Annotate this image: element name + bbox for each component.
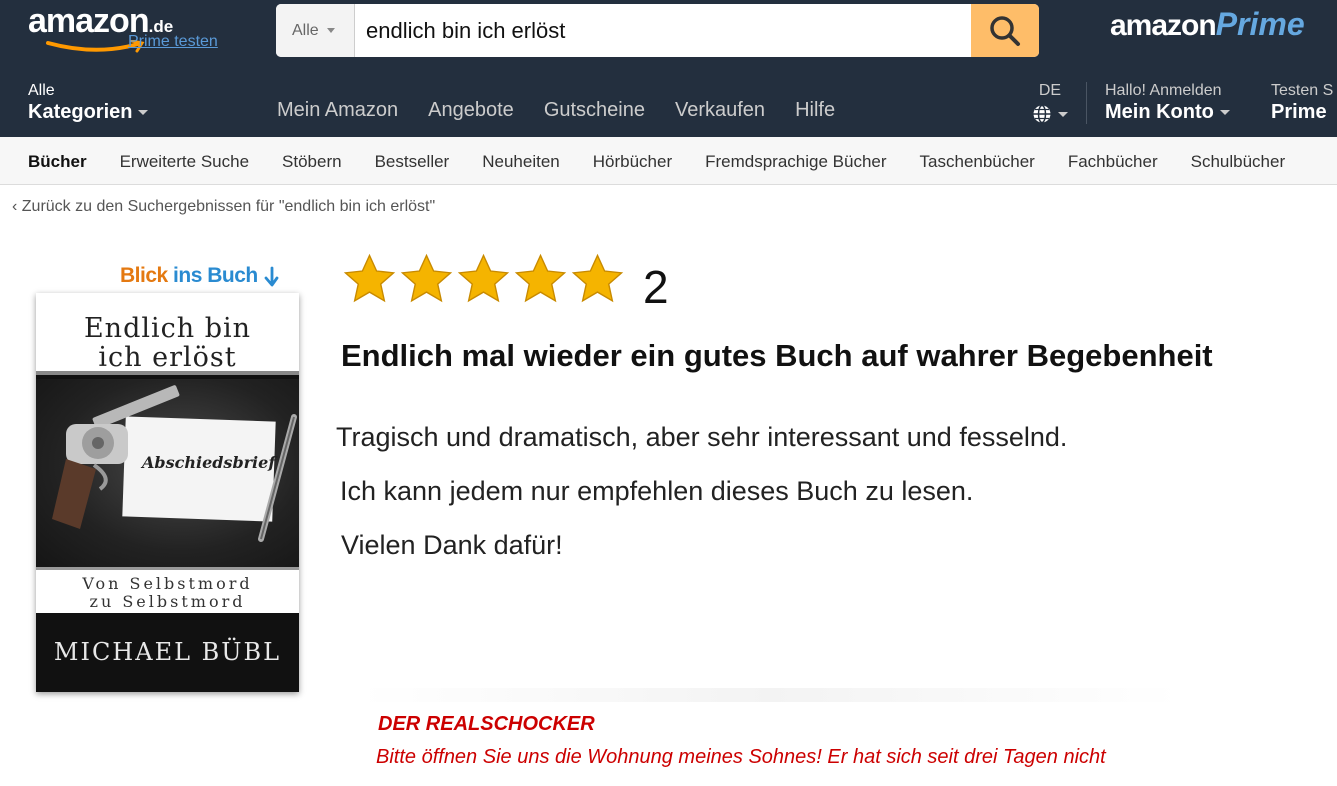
chevron-down-icon — [1058, 111, 1068, 117]
cover-title-line1: Endlich bin — [83, 313, 252, 344]
nav-link-gutscheine[interactable]: Gutscheine — [544, 99, 645, 122]
nav-link-mein-amazon[interactable]: Mein Amazon — [277, 99, 398, 122]
globe-icon — [1033, 104, 1051, 124]
subnav-item-hoerbuecher[interactable]: Hörbücher — [593, 152, 672, 172]
chevron-left-icon: ‹ — [12, 198, 22, 215]
revolver-letter-illustration — [52, 385, 297, 542]
chevron-down-icon — [138, 110, 149, 116]
star-icon — [457, 253, 510, 303]
star-icon — [571, 253, 624, 303]
review-line-1: Tragisch und dramatisch, aber sehr inter… — [336, 422, 1068, 452]
rating-count: 2 — [643, 261, 669, 313]
cover-note-label: Abschiedsbrief — [142, 453, 276, 472]
back-link-label: Zurück zu den Suchergebnissen für "endli… — [21, 198, 436, 215]
category-subnav: Bücher Erweiterte Suche Stöbern Bestsell… — [0, 137, 1337, 185]
account-greeting: Hallo! Anmelden — [1105, 82, 1222, 99]
try-prime-big: Prime — [1271, 101, 1327, 123]
nav-link-angebote[interactable]: Angebote — [428, 99, 514, 122]
arrow-down-icon — [264, 266, 279, 287]
section-divider — [360, 688, 1180, 702]
back-to-results-link[interactable]: ‹ Zurück zu den Suchergebnissen für "end… — [12, 198, 435, 216]
language-selector[interactable]: DE — [1032, 82, 1068, 129]
subnav-item-schulbuecher[interactable]: Schulbücher — [1191, 152, 1286, 172]
cover-subtitle-line2: zu Selbstmord — [89, 592, 246, 611]
cover-author: MICHAEL BÜBL — [53, 638, 282, 666]
look-inside-part2: ins Buch — [173, 264, 258, 287]
try-prime-small: Testen S — [1271, 82, 1334, 99]
account-label: Mein Konto — [1105, 101, 1230, 124]
book-cover[interactable]: Endlich bin ich erlöst Abschiedsbrief Vo… — [36, 293, 299, 692]
look-inside-part1: Blick — [120, 264, 174, 287]
all-categories-big: Kategorien — [28, 101, 149, 124]
all-categories-menu[interactable]: Alle Kategorien — [28, 82, 149, 124]
search-input[interactable] — [356, 4, 970, 57]
look-inside-badge[interactable]: Blick ins Buch — [120, 264, 279, 288]
subnav-item-neuheiten[interactable]: Neuheiten — [482, 152, 560, 172]
subnav-item-erweiterte-suche[interactable]: Erweiterte Suche — [120, 152, 249, 172]
account-menu[interactable]: Hallo! Anmelden Mein Konto — [1105, 82, 1230, 124]
nav-divider — [1086, 82, 1087, 124]
subnav-item-taschenbuecher[interactable]: Taschenbücher — [920, 152, 1035, 172]
cover-subtitle: Von Selbstmord zu Selbstmord — [36, 567, 299, 613]
star-icon — [514, 253, 567, 303]
language-code: DE — [1038, 82, 1062, 99]
search-icon — [990, 15, 1020, 46]
prime-logo-amazon: amazon — [1110, 9, 1217, 42]
review-title: Endlich mal wieder ein gutes Buch auf wa… — [341, 338, 1213, 373]
main-nav: Alle Kategorien Mein Amazon Angebote Gut… — [0, 80, 1337, 137]
nav-link-verkaufen[interactable]: Verkaufen — [675, 99, 765, 122]
top-header: amazon.de Prime testen Alle amazonPrime … — [0, 0, 1337, 137]
cover-title-line2: ich erlöst — [98, 342, 237, 373]
cover-title-area: Endlich bin ich erlöst — [36, 293, 299, 375]
review-line-3: Vielen Dank dafür! — [341, 530, 563, 560]
promo-text: Bitte öffnen Sie uns die Wohnung meines … — [376, 746, 1106, 768]
all-categories-small: Alle — [28, 82, 55, 99]
try-prime-link[interactable]: Testen S Prime — [1271, 82, 1333, 124]
review-line-2: Ich kann jedem nur empfehlen dieses Buch… — [340, 476, 974, 506]
search-category-dropdown[interactable]: Alle — [276, 4, 355, 57]
search-category-label: Alle — [292, 22, 319, 39]
prime-logo-prime: Prime — [1215, 6, 1305, 42]
nav-link-hilfe[interactable]: Hilfe — [795, 99, 835, 122]
star-rating — [342, 252, 627, 307]
prime-trial-link[interactable]: Prime testen — [128, 33, 218, 51]
subnav-item-stoebern[interactable]: Stöbern — [282, 152, 342, 172]
promo-title: DER REALSCHOCKER — [378, 713, 595, 735]
cover-subtitle-line1: Von Selbstmord — [82, 574, 253, 593]
subnav-item-buecher[interactable]: Bücher — [28, 152, 87, 172]
subnav-item-fachbuecher[interactable]: Fachbücher — [1068, 152, 1158, 172]
star-icon — [400, 253, 453, 303]
search-button[interactable] — [971, 4, 1039, 57]
amazon-prime-logo[interactable]: amazonPrime — [1110, 6, 1305, 43]
chevron-down-icon — [1219, 110, 1230, 116]
nav-links: Mein Amazon Angebote Gutscheine Verkaufe… — [277, 99, 865, 122]
cover-illustration — [36, 379, 299, 567]
subnav-item-bestseller[interactable]: Bestseller — [375, 152, 450, 172]
search-bar: Alle — [276, 4, 1039, 57]
chevron-down-icon — [326, 28, 335, 34]
star-icon — [343, 253, 396, 303]
subnav-item-fremdsprachige-buecher[interactable]: Fremdsprachige Bücher — [705, 152, 886, 172]
